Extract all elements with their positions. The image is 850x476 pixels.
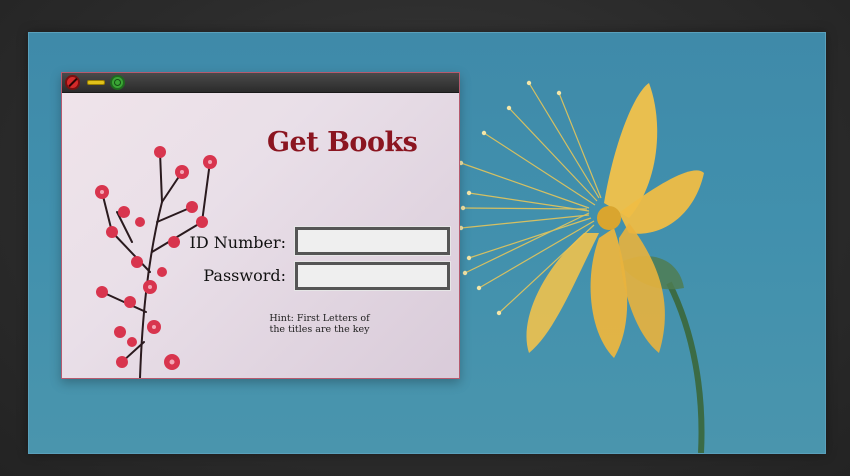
close-icon[interactable]: [65, 75, 80, 90]
password-label: Password:: [203, 266, 286, 285]
hint-line-1: Hint: First Letters of: [269, 313, 370, 324]
password-input[interactable]: [294, 261, 451, 291]
window-titlebar[interactable]: [62, 73, 459, 93]
desktop-frame: Get Books ID Number: Password: Hint: Fir…: [0, 0, 850, 476]
id-number-input[interactable]: [294, 226, 451, 256]
close-slash: [68, 77, 78, 88]
page-title: Get Books: [267, 127, 418, 158]
minimize-icon[interactable]: [87, 80, 105, 85]
hint-text: Hint: First Letters of the titles are th…: [252, 313, 387, 335]
maximize-ring: [114, 79, 121, 86]
id-number-label: ID Number:: [189, 233, 286, 252]
hint-line-2: the titles are the key: [269, 324, 370, 335]
login-window: Get Books ID Number: Password: Hint: Fir…: [61, 72, 460, 379]
desktop-wallpaper: Get Books ID Number: Password: Hint: Fir…: [28, 32, 826, 454]
maximize-icon[interactable]: [110, 75, 125, 90]
